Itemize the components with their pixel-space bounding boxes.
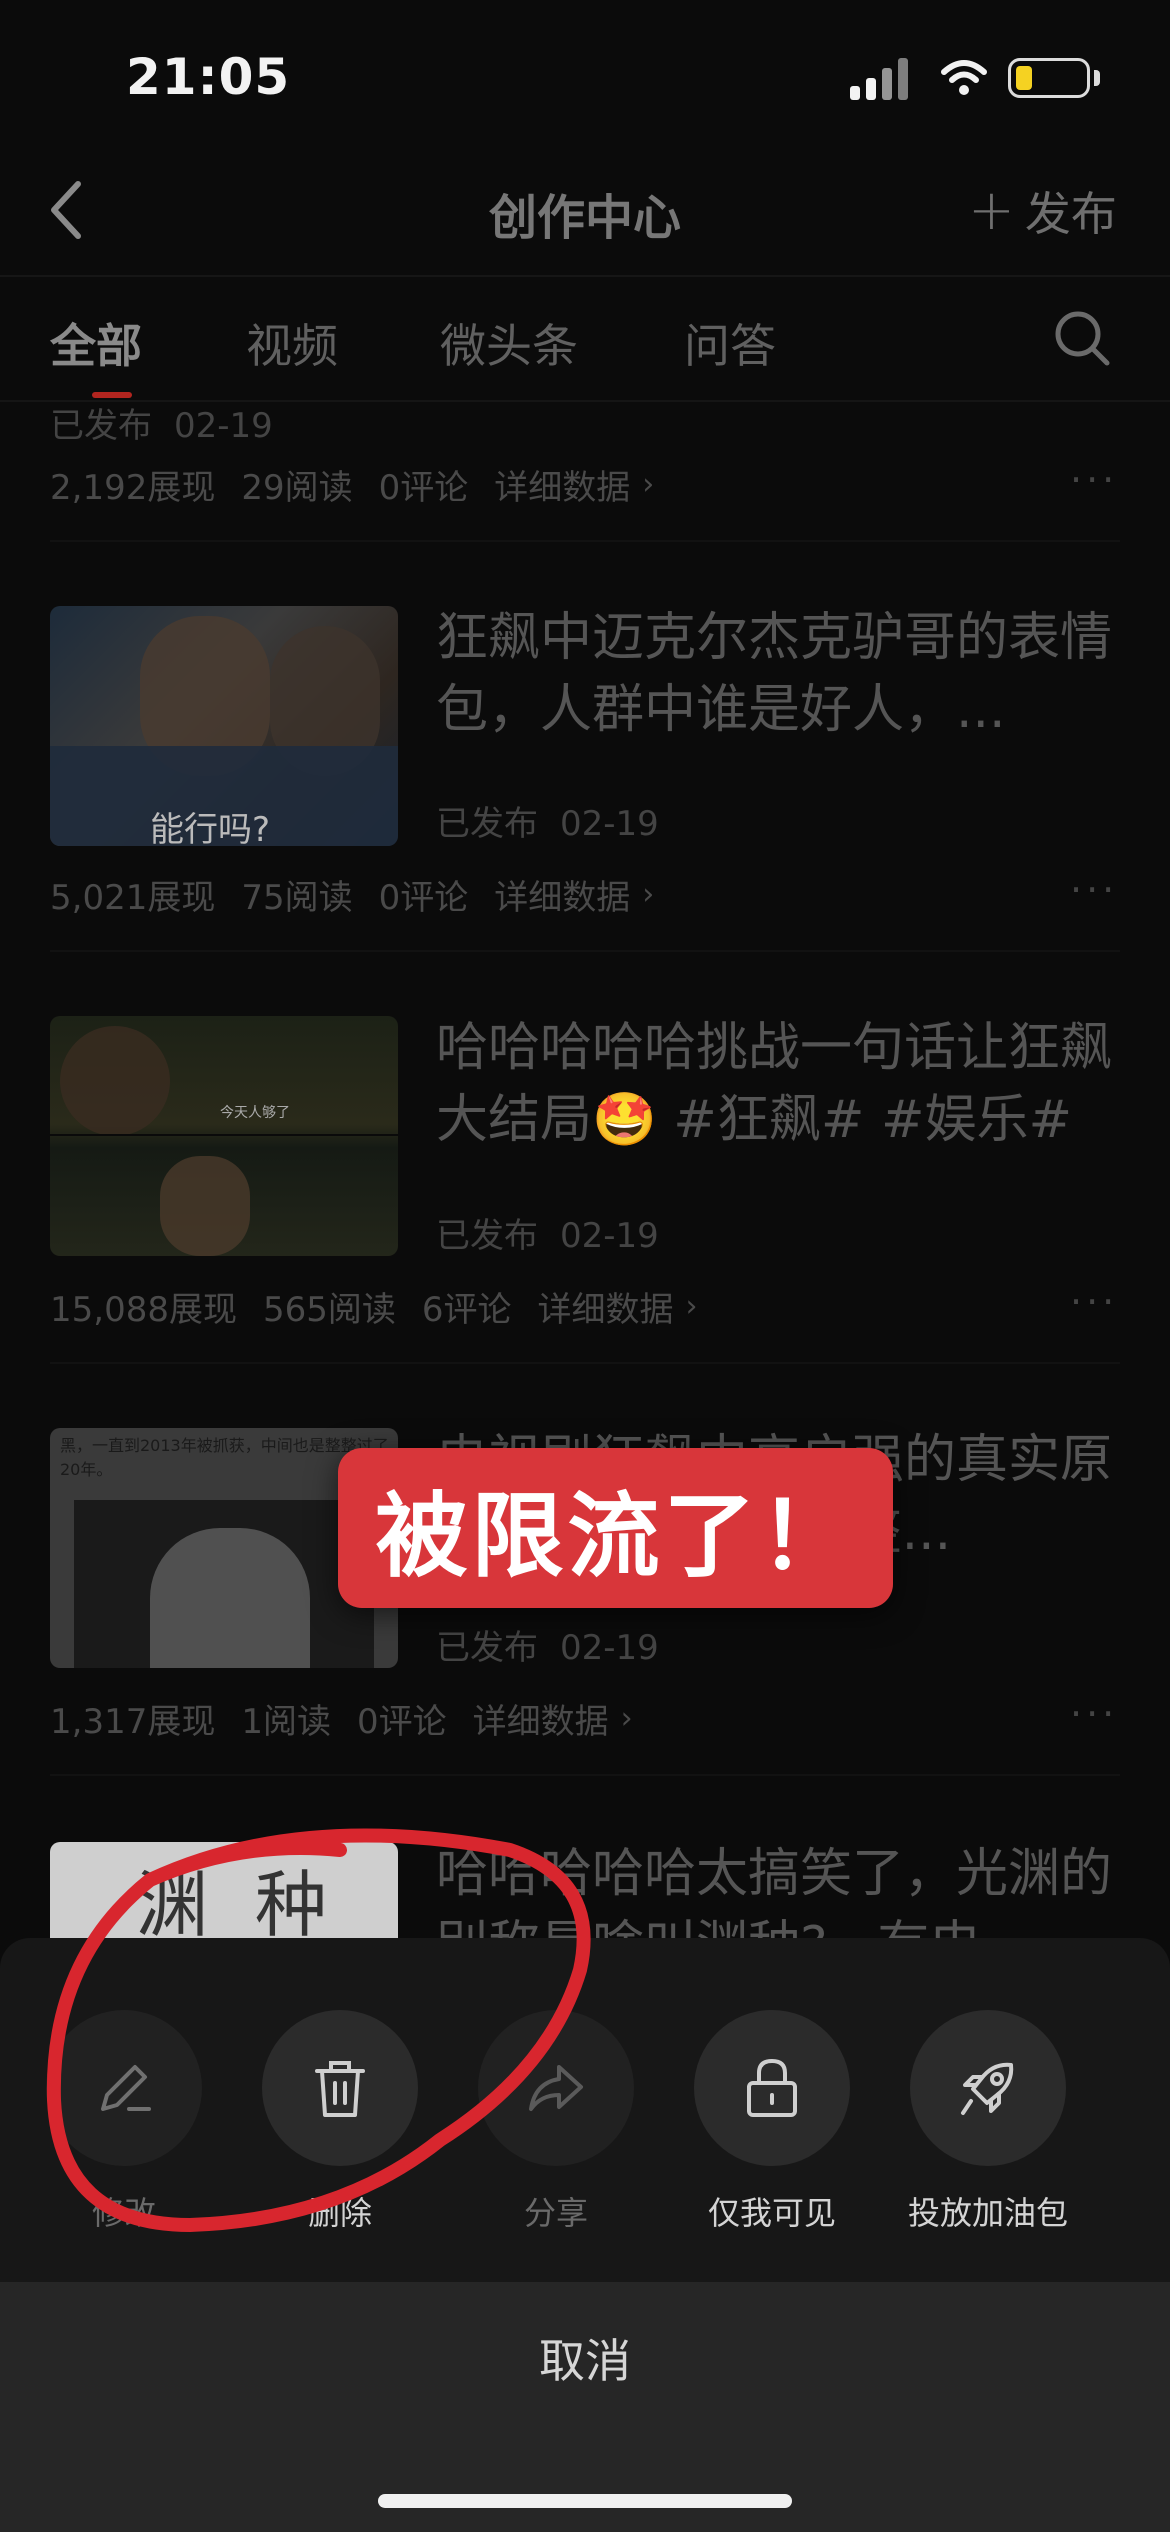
publish-status: 已发布 bbox=[436, 1216, 538, 1256]
status-bar: 21:05 bbox=[0, 0, 1170, 150]
comments-count: 0评论 bbox=[378, 878, 469, 918]
cancel-button[interactable]: 取消 bbox=[0, 2325, 1170, 2391]
home-indicator[interactable] bbox=[378, 2494, 792, 2508]
publish-status: 已发布 bbox=[436, 804, 538, 844]
details-link[interactable]: 详细数据 bbox=[538, 1282, 674, 1331]
share-action[interactable]: 分享 bbox=[466, 2010, 646, 2234]
publish-date: 02-19 bbox=[560, 1628, 659, 1668]
chevron-right-icon: › bbox=[620, 1701, 633, 1736]
tab-qa[interactable]: 问答 bbox=[684, 310, 776, 376]
more-options-icon[interactable]: ··· bbox=[1070, 1692, 1118, 1736]
publish-label: 发布 bbox=[1024, 187, 1117, 241]
publish-date: 02-19 bbox=[174, 406, 273, 446]
reads-count: 565阅读 bbox=[262, 1290, 396, 1330]
comments-count: 0评论 bbox=[378, 468, 469, 508]
edit-label: 修改 bbox=[91, 2194, 156, 2232]
publish-status: 已发布 bbox=[50, 406, 152, 446]
item-title[interactable]: 哈哈哈哈哈挑战一句话让狂飙大结局🤩 #狂飙# #娱乐# bbox=[436, 1012, 1116, 1156]
wifi-icon bbox=[941, 60, 987, 95]
item-title[interactable]: 狂飙中迈克尔杰克驴哥的表情包，人群中谁是好人，... bbox=[436, 602, 1116, 752]
item-title[interactable]: 哈哈哈哈哈太搞笑了，光渊的别称是啥叫渊种?...有电 bbox=[436, 1838, 1116, 1938]
tab-micro-headline[interactable]: 微头条 bbox=[440, 310, 578, 376]
battery-cap bbox=[1094, 70, 1100, 86]
tab-video[interactable]: 视频 bbox=[246, 310, 338, 376]
nav-divider bbox=[0, 275, 1170, 277]
plus-icon: + bbox=[968, 178, 1015, 243]
item-divider bbox=[50, 950, 1120, 952]
publish-date: 02-19 bbox=[560, 804, 659, 844]
pencil-icon bbox=[101, 2065, 151, 2111]
views-count: 5,021展现 bbox=[50, 878, 216, 918]
private-action[interactable]: 仅我可见 bbox=[682, 2010, 862, 2234]
throttled-banner: 被限流了！ bbox=[338, 1448, 893, 1608]
thumbnail-caption: 今天人够了 bbox=[220, 1105, 290, 1121]
private-label: 仅我可见 bbox=[707, 2194, 836, 2232]
delete-label: 删除 bbox=[307, 2194, 372, 2232]
item-status-row: 已发布 02-19 bbox=[436, 1620, 659, 1669]
publish-status: 已发布 bbox=[436, 1628, 538, 1668]
chevron-right-icon: › bbox=[642, 877, 655, 912]
share-arrow-icon bbox=[529, 2065, 583, 2111]
details-link[interactable]: 详细数据 bbox=[494, 870, 630, 919]
delete-action[interactable]: 删除 bbox=[250, 2010, 430, 2234]
thumbnail-caption: 渊 种 bbox=[136, 1863, 339, 1938]
details-link[interactable]: 详细数据 bbox=[473, 1694, 609, 1743]
item-divider bbox=[50, 1362, 1120, 1364]
views-count: 15,088展现 bbox=[50, 1290, 237, 1330]
edit-action[interactable]: 修改 bbox=[34, 2010, 214, 2234]
private-button[interactable] bbox=[694, 2010, 850, 2166]
battery-icon bbox=[1008, 58, 1090, 98]
edit-button[interactable] bbox=[46, 2010, 202, 2166]
chevron-right-icon: › bbox=[642, 467, 655, 502]
chevron-right-icon: › bbox=[685, 1289, 698, 1324]
item-status-row: 已发布 02-19 bbox=[50, 398, 273, 447]
share-button[interactable] bbox=[478, 2010, 634, 2166]
more-options-icon[interactable]: ··· bbox=[1070, 458, 1118, 502]
more-options-icon[interactable]: ··· bbox=[1070, 1280, 1118, 1324]
reads-count: 29阅读 bbox=[241, 468, 353, 508]
item-status-row: 已发布 02-19 bbox=[436, 796, 659, 845]
comments-count: 0评论 bbox=[356, 1702, 447, 1742]
item-metrics: 1,317展现 1阅读 0评论 详细数据 › bbox=[50, 1694, 1050, 1743]
boost-button[interactable] bbox=[910, 2010, 1066, 2166]
status-time: 21:05 bbox=[126, 48, 291, 106]
item-metrics: 5,021展现 75阅读 0评论 详细数据 › bbox=[50, 870, 1050, 919]
item-divider bbox=[50, 540, 1120, 542]
share-label: 分享 bbox=[523, 2194, 588, 2232]
boost-label: 投放加油包 bbox=[907, 2194, 1068, 2232]
delete-button[interactable] bbox=[262, 2010, 418, 2166]
boost-action[interactable]: 投放加油包 bbox=[898, 2010, 1078, 2234]
views-count: 2,192展现 bbox=[50, 468, 216, 508]
item-metrics: 15,088展现 565阅读 6评论 详细数据 › bbox=[50, 1282, 1050, 1331]
publish-button[interactable]: + 发布 bbox=[968, 178, 1117, 244]
details-link[interactable]: 详细数据 bbox=[494, 460, 630, 509]
cellular-signal-icon bbox=[850, 56, 914, 100]
rocket-icon bbox=[961, 2062, 1014, 2115]
reads-count: 75阅读 bbox=[241, 878, 353, 918]
item-divider bbox=[50, 1774, 1120, 1776]
tab-all[interactable]: 全部 bbox=[50, 310, 142, 376]
lock-icon bbox=[747, 2058, 797, 2117]
reads-count: 1阅读 bbox=[241, 1702, 331, 1742]
item-metrics: 2,192展现 29阅读 0评论 详细数据 › bbox=[50, 460, 1050, 509]
trash-icon bbox=[315, 2061, 365, 2117]
publish-date: 02-19 bbox=[560, 1216, 659, 1256]
comments-count: 6评论 bbox=[421, 1290, 512, 1330]
more-options-icon[interactable]: ··· bbox=[1070, 868, 1118, 912]
search-icon[interactable] bbox=[1052, 308, 1112, 368]
item-status-row: 已发布 02-19 bbox=[436, 1208, 659, 1257]
item-thumbnail[interactable]: 今天人够了 bbox=[50, 1016, 398, 1256]
thumbnail-caption: 能行吗? bbox=[150, 810, 271, 846]
item-thumbnail[interactable]: 渊 种 bbox=[50, 1842, 398, 1938]
views-count: 1,317展现 bbox=[50, 1702, 216, 1742]
item-thumbnail[interactable]: 能行吗? bbox=[50, 606, 398, 846]
